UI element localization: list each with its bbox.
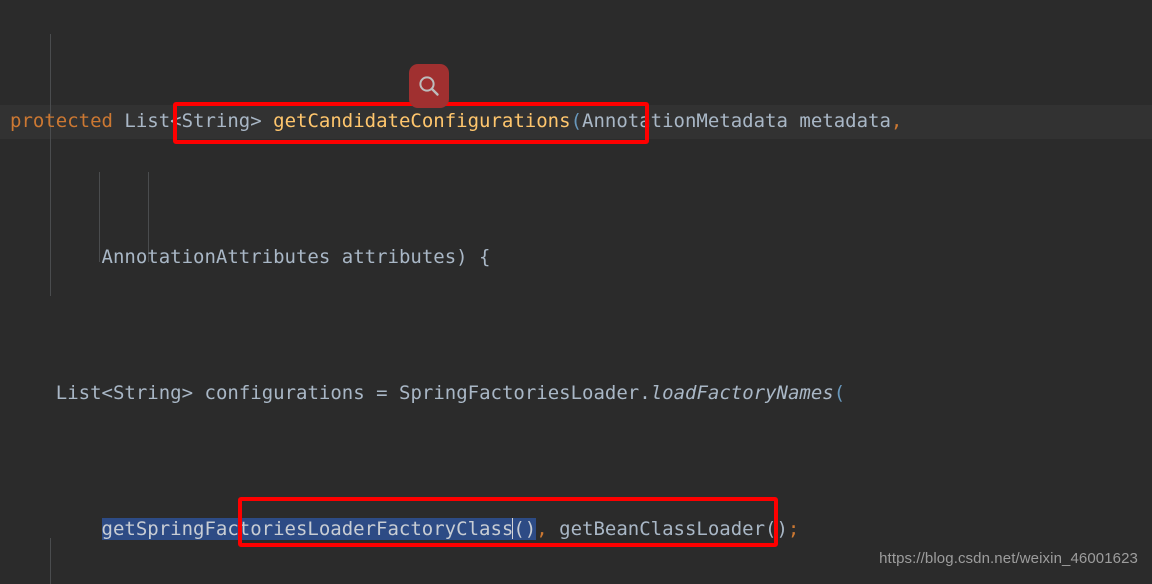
code-line-4-selected[interactable]: getSpringFactoriesLoaderFactoryClass(), … xyxy=(0,512,1152,546)
method-name-get-candidate-configurations: getCandidateConfigurations xyxy=(273,110,571,132)
selected-method-call[interactable]: getSpringFactoriesLoaderFactoryClass xyxy=(101,518,514,540)
selected-parens[interactable]: () xyxy=(513,518,537,540)
type-list-string: List<String> xyxy=(55,382,194,404)
dot: . xyxy=(639,382,651,404)
call-get-bean-class-loader: getBeanClassLoader() xyxy=(559,518,788,540)
type-list-string: List<String> xyxy=(124,110,262,132)
comma: , xyxy=(890,110,903,132)
static-method-load-factory-names: loadFactoryNames xyxy=(650,382,834,404)
search-magnifier-cursor[interactable] xyxy=(409,64,449,108)
comma: , xyxy=(536,518,548,540)
brace-open: { xyxy=(479,246,491,268)
semicolon: ; xyxy=(787,518,800,540)
assign-operator: = xyxy=(376,382,388,404)
param-type-annotation-metadata: AnnotationMetadata xyxy=(582,110,788,132)
code-line-3: List<String> configurations = SpringFact… xyxy=(0,376,1152,410)
watermark-url: https://blog.csdn.net/weixin_46001623 xyxy=(879,550,1138,567)
code-line-1: protected List<String> getCandidateConfi… xyxy=(0,104,1152,138)
param-name-attributes: attributes xyxy=(341,246,457,268)
paren-open: ( xyxy=(833,382,846,404)
param-type-annotation-attributes: AnnotationAttributes xyxy=(101,246,331,268)
code-line-2: AnnotationAttributes attributes) { xyxy=(0,240,1152,274)
class-spring-factories-loader: SpringFactoriesLoader xyxy=(399,382,640,404)
magnifier-icon xyxy=(419,76,439,96)
paren-close: ) xyxy=(456,246,468,268)
paren-open: ( xyxy=(570,110,583,132)
code-editor-screenshot: protected List<String> getCandidateConfi… xyxy=(0,0,1152,584)
keyword-protected: protected xyxy=(10,110,113,132)
code-text-layer: protected List<String> getCandidateConfi… xyxy=(0,0,1152,584)
param-name-metadata: metadata xyxy=(799,110,891,132)
variable-configurations: configurations xyxy=(204,382,365,404)
